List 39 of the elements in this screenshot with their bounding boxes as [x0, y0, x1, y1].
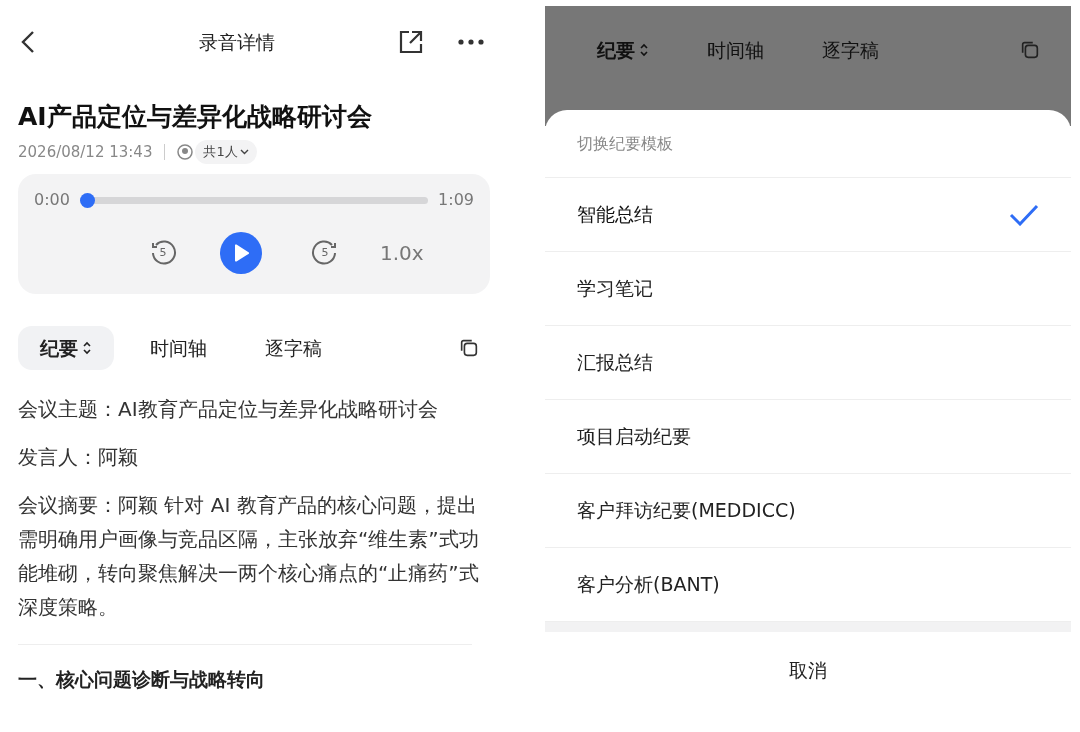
summary-paragraph: 会议摘要：阿颖 针对 AI 教育产品的核心问题，提出需明确用户画像与竞品区隔，主张放弃“维生素”式功能堆砌，转向聚焦解决一两个核心痛点的“止痛药”式深度策略。	[18, 492, 480, 621]
current-time: 0:00	[34, 189, 70, 211]
template-option[interactable]: 智能总结	[545, 178, 1071, 252]
copy-icon[interactable]	[458, 337, 480, 359]
recording-date: 2026/08/12 13:43	[18, 141, 153, 163]
sheet-title: 切换纪要模板	[577, 132, 673, 155]
tab[interactable]: 纪要	[575, 28, 671, 72]
tab[interactable]: 逐字稿	[243, 326, 344, 370]
forward-button[interactable]: 5	[310, 238, 340, 268]
play-icon	[233, 244, 249, 262]
tab[interactable]: 纪要	[18, 326, 114, 370]
sort-icon	[639, 43, 649, 57]
tab[interactable]: 时间轴	[685, 28, 786, 72]
template-option[interactable]: 项目启动纪要	[545, 400, 1071, 474]
share-icon[interactable]	[398, 29, 424, 55]
template-option[interactable]: 汇报总结	[545, 326, 1071, 400]
speed-button[interactable]: 1.0x	[380, 238, 424, 268]
total-time: 1:09	[438, 189, 474, 211]
back-icon[interactable]	[20, 29, 36, 55]
section-heading: 一、核心问题诊断与战略转向	[18, 667, 266, 692]
chevron-down-icon	[239, 149, 249, 155]
participants-button[interactable]: 共1人	[195, 140, 257, 164]
tab[interactable]: 逐字稿	[800, 28, 901, 72]
progress-thumb[interactable]	[79, 192, 95, 208]
summary-paragraph: 会议主题：AI教育产品定位与差异化战略研讨会	[18, 396, 439, 423]
play-button[interactable]	[220, 232, 262, 274]
page-title: 录音详情	[199, 29, 275, 55]
cancel-button[interactable]: 取消	[545, 622, 1071, 708]
check-icon	[1009, 203, 1039, 226]
more-icon[interactable]	[458, 39, 484, 45]
template-option[interactable]: 客户拜访纪要(MEDDICC)	[545, 474, 1071, 548]
sort-icon	[82, 341, 92, 355]
template-option[interactable]: 学习笔记	[545, 252, 1071, 326]
template-option[interactable]: 客户分析(BANT)	[545, 548, 1071, 622]
meeting-title: AI产品定位与差异化战略研讨会	[18, 101, 373, 133]
avatar-icon	[177, 144, 194, 160]
tab[interactable]: 时间轴	[128, 326, 229, 370]
summary-paragraph: 发言人：阿颖	[18, 444, 139, 471]
rewind-button[interactable]: 5	[148, 238, 178, 268]
